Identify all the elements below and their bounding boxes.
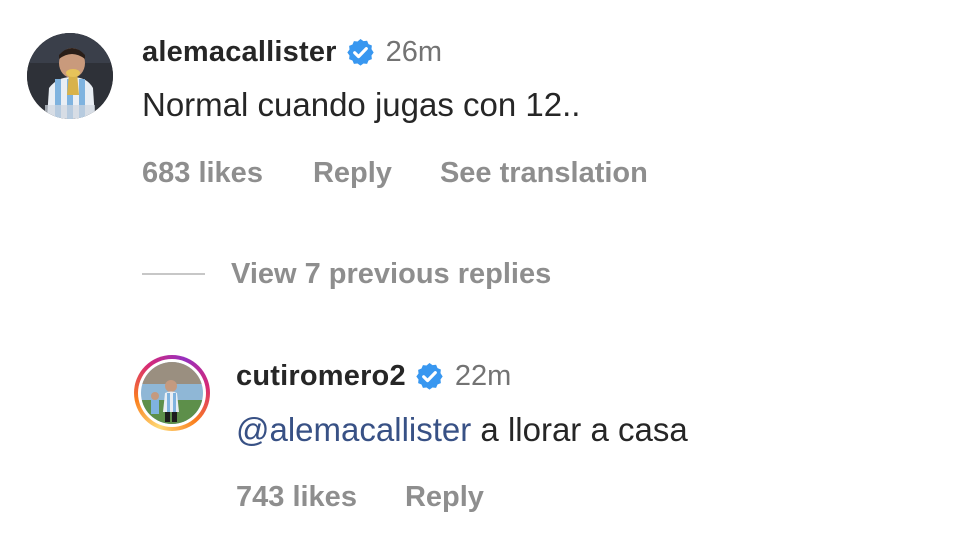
reply-username[interactable]: cutiromero2 (236, 360, 406, 393)
player-kissing-trophy-avatar-icon (27, 33, 113, 119)
reply-actions: 743 likes Reply (236, 477, 484, 517)
reply-avatar (141, 362, 203, 424)
comment-text: Normal cuando jugas con 12.. (142, 86, 581, 123)
reply-timestamp: 22m (454, 359, 512, 392)
reply-mention-link[interactable]: @alemacallister (236, 411, 471, 448)
verified-badge-icon (346, 38, 374, 66)
reply-reply-button[interactable]: Reply (405, 481, 484, 514)
story-ring[interactable] (134, 355, 210, 431)
view-previous-replies-button[interactable]: View 7 previous replies (142, 254, 551, 294)
replies-divider-line (142, 273, 205, 275)
reply-text: a llorar a casa (480, 411, 688, 448)
comment-timestamp: 26m (385, 35, 443, 68)
comment-header: alemacallister 26m (142, 32, 442, 72)
comment-likes-count[interactable]: 683 likes (142, 157, 263, 190)
comments-panel: alemacallister 26m Normal cuando jugas c… (0, 0, 980, 539)
comment-reply-button[interactable]: Reply (313, 157, 392, 190)
comment-username[interactable]: alemacallister (142, 36, 337, 69)
reply-header: cutiromero2 22m (236, 356, 511, 396)
comment-actions: 683 likes Reply See translation (142, 153, 648, 193)
view-previous-replies-label: View 7 previous replies (231, 257, 552, 290)
commenter-avatar[interactable] (27, 33, 113, 119)
reply-text-container: @alemacallister a llorar a casa (236, 411, 688, 449)
verified-badge-icon (416, 362, 443, 390)
reply-likes-count[interactable]: 743 likes (236, 481, 357, 514)
player-on-pitch-avatar-icon (141, 362, 203, 424)
see-translation-button[interactable]: See translation (440, 157, 648, 190)
